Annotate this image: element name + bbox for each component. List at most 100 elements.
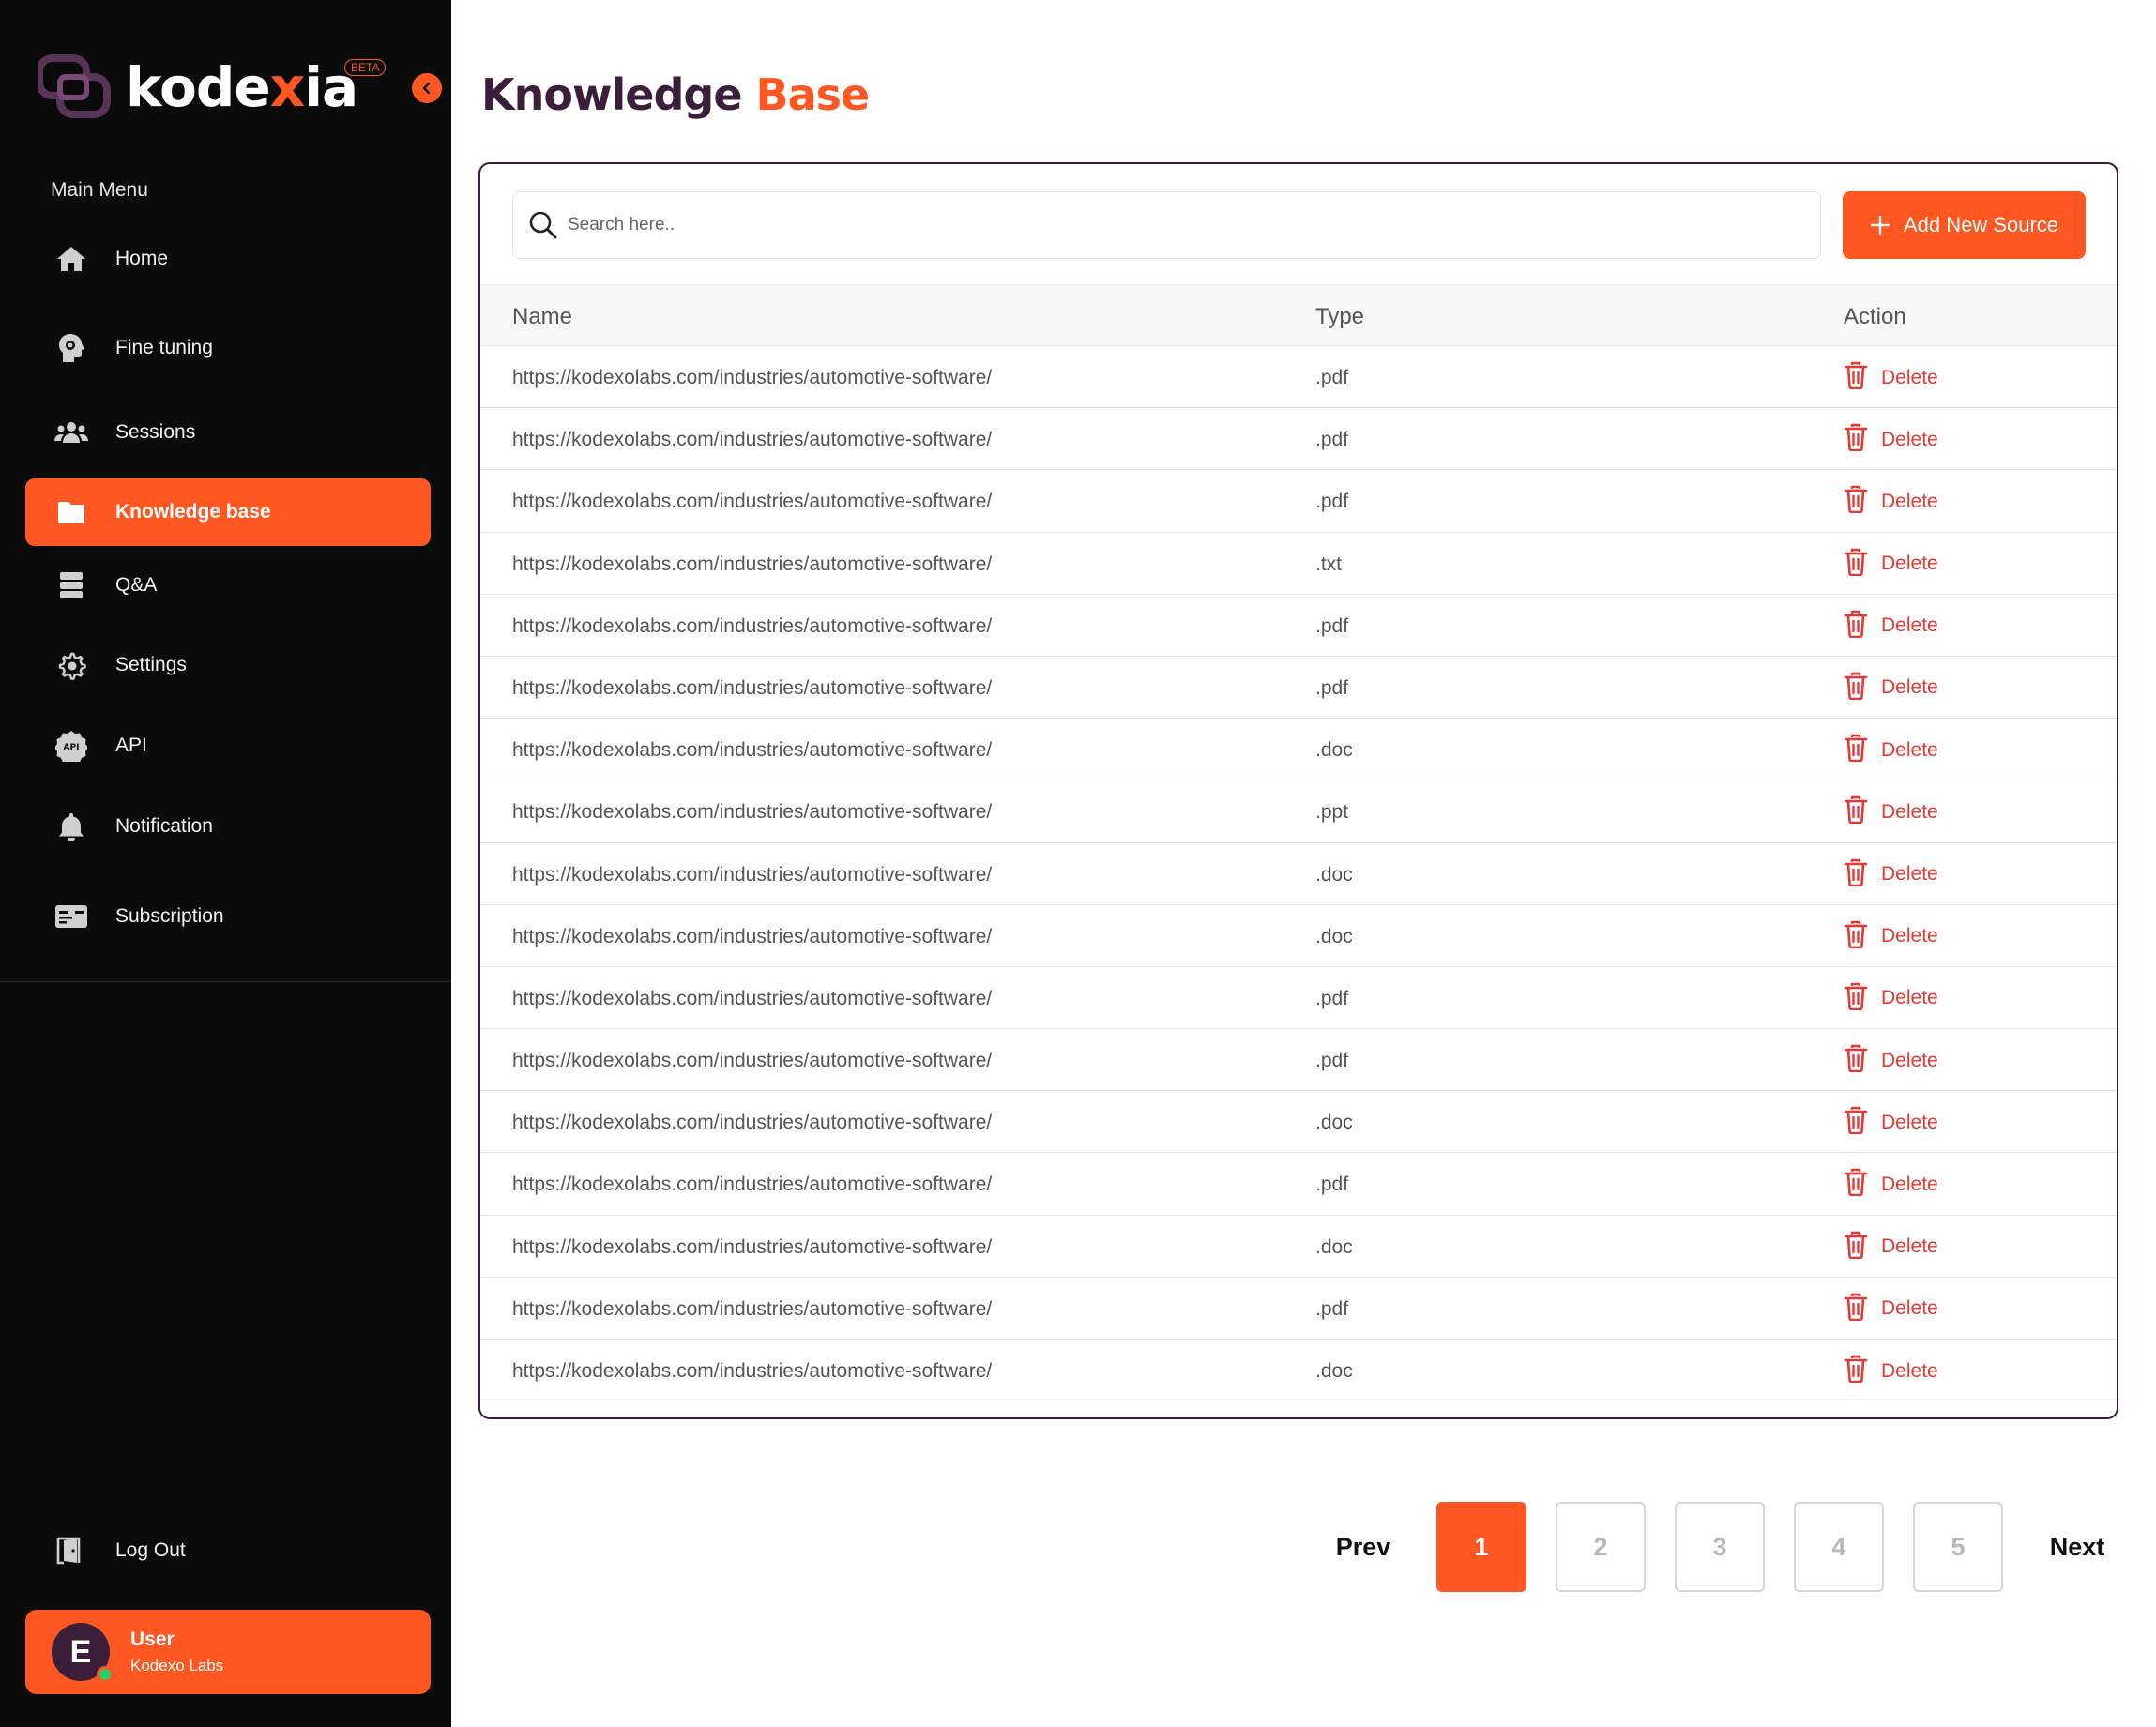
next-page-button[interactable]: Next — [2032, 1502, 2122, 1592]
trash-icon — [1844, 1044, 1868, 1077]
table-row: https://kodexolabs.com/industries/automo… — [480, 408, 2117, 471]
delete-button[interactable]: Delete — [1844, 795, 1938, 828]
source-name[interactable]: https://kodexolabs.com/industries/automo… — [512, 801, 992, 824]
sidebar-item-home[interactable]: Home — [25, 225, 431, 293]
collapse-sidebar-button[interactable] — [412, 73, 442, 103]
source-name[interactable]: https://kodexolabs.com/industries/automo… — [512, 1112, 992, 1134]
delete-label: Delete — [1881, 987, 1938, 1009]
delete-button[interactable]: Delete — [1844, 485, 1938, 518]
source-type: .doc — [1315, 925, 1353, 947]
sidebar-item-subscription[interactable]: Subscription — [25, 883, 431, 950]
delete-button[interactable]: Delete — [1844, 1044, 1938, 1077]
sidebar-item-api[interactable]: API API — [25, 712, 431, 780]
logout-button[interactable]: Log Out — [25, 1520, 431, 1582]
sidebar-divider — [0, 981, 451, 982]
sidebar-item-knowledge-base[interactable]: Knowledge base — [25, 478, 431, 546]
delete-button[interactable]: Delete — [1844, 610, 1938, 643]
delete-label: Delete — [1881, 366, 1938, 388]
user-profile-card[interactable]: E User Kodexo Labs — [25, 1610, 431, 1694]
table-row: https://kodexolabs.com/industries/automo… — [480, 967, 2117, 1030]
plus-icon — [1870, 215, 1890, 235]
page-button-4[interactable]: 4 — [1794, 1502, 1884, 1592]
svg-text:API: API — [64, 743, 80, 752]
delete-button[interactable]: Delete — [1844, 1293, 1938, 1326]
table-row: https://kodexolabs.com/industries/automo… — [480, 719, 2117, 781]
page-button-1[interactable]: 1 — [1436, 1502, 1526, 1592]
source-type: .ppt — [1315, 801, 1349, 824]
delete-button[interactable]: Delete — [1844, 734, 1938, 766]
source-name[interactable]: https://kodexolabs.com/industries/automo… — [512, 553, 992, 576]
source-name[interactable]: https://kodexolabs.com/industries/automo… — [512, 1236, 992, 1259]
source-name[interactable]: https://kodexolabs.com/industries/automo… — [512, 926, 992, 948]
sidebar: kodexia BETA Main Menu Home Fine tuning … — [0, 0, 451, 1727]
source-name[interactable]: https://kodexolabs.com/industries/automo… — [512, 1174, 992, 1196]
source-name[interactable]: https://kodexolabs.com/industries/automo… — [512, 1298, 992, 1321]
delete-button[interactable]: Delete — [1844, 672, 1938, 704]
delete-label: Delete — [1881, 490, 1938, 512]
table-row: https://kodexolabs.com/industries/automo… — [480, 1029, 2117, 1092]
source-name[interactable]: https://kodexolabs.com/industries/automo… — [512, 988, 992, 1010]
delete-button[interactable]: Delete — [1844, 548, 1938, 581]
source-name[interactable]: https://kodexolabs.com/industries/automo… — [512, 864, 992, 886]
delete-label: Delete — [1881, 676, 1938, 699]
delete-button[interactable]: Delete — [1844, 920, 1938, 953]
search-icon — [526, 208, 560, 242]
card-icon — [38, 898, 104, 935]
door-icon — [38, 1537, 104, 1565]
knowledge-base-panel: Add New Source Name Type Action https://… — [478, 162, 2118, 1419]
search-input[interactable] — [568, 215, 1787, 235]
sidebar-item-fine-tuning[interactable]: Fine tuning — [25, 314, 431, 382]
source-type: .doc — [1315, 739, 1353, 762]
delete-label: Delete — [1881, 925, 1938, 947]
page-button-2[interactable]: 2 — [1556, 1502, 1646, 1592]
source-type: .pdf — [1315, 491, 1349, 513]
page-button-3[interactable]: 3 — [1675, 1502, 1765, 1592]
sidebar-item-sessions[interactable]: Sessions — [25, 399, 431, 466]
source-name[interactable]: https://kodexolabs.com/industries/automo… — [512, 367, 992, 389]
sidebar-item-label: Notification — [115, 815, 213, 837]
source-name[interactable]: https://kodexolabs.com/industries/automo… — [512, 677, 992, 700]
delete-button[interactable]: Delete — [1844, 1168, 1938, 1201]
source-type: .pdf — [1315, 1174, 1349, 1196]
source-name[interactable]: https://kodexolabs.com/industries/automo… — [512, 1360, 992, 1383]
delete-button[interactable]: Delete — [1844, 361, 1938, 394]
sidebar-item-qa[interactable]: Q&A — [25, 552, 431, 619]
column-header-action: Action — [1844, 304, 1906, 329]
trash-icon — [1844, 795, 1868, 828]
sidebar-item-label: Home — [115, 248, 169, 269]
source-name[interactable]: https://kodexolabs.com/industries/automo… — [512, 615, 992, 638]
add-new-source-button[interactable]: Add New Source — [1843, 191, 2086, 259]
sidebar-item-notification[interactable]: Notification — [25, 793, 431, 860]
trash-icon — [1844, 548, 1868, 581]
main-menu-label: Main Menu — [51, 179, 148, 201]
page-title-part: Knowledge — [481, 69, 743, 120]
delete-button[interactable]: Delete — [1844, 1355, 1938, 1387]
trash-icon — [1844, 610, 1868, 643]
column-header-type[interactable]: Type — [1315, 304, 1364, 330]
sidebar-item-label: API — [115, 735, 147, 756]
delete-button[interactable]: Delete — [1844, 423, 1938, 456]
trash-icon — [1844, 920, 1868, 953]
table-row: https://kodexolabs.com/industries/automo… — [480, 1278, 2117, 1340]
app-logo[interactable]: kodexia BETA — [38, 45, 387, 129]
table-row: https://kodexolabs.com/industries/automo… — [480, 533, 2117, 595]
delete-button[interactable]: Delete — [1844, 858, 1938, 891]
column-header-name[interactable]: Name — [512, 304, 572, 330]
source-name[interactable]: https://kodexolabs.com/industries/automo… — [512, 739, 992, 762]
prev-page-button[interactable]: Prev — [1318, 1502, 1408, 1592]
source-name[interactable]: https://kodexolabs.com/industries/automo… — [512, 491, 992, 513]
home-icon — [38, 240, 104, 278]
page-button-5[interactable]: 5 — [1913, 1502, 2003, 1592]
delete-button[interactable]: Delete — [1844, 982, 1938, 1015]
delete-button[interactable]: Delete — [1844, 1231, 1938, 1264]
trash-icon — [1844, 734, 1868, 766]
delete-label: Delete — [1881, 1049, 1938, 1071]
trash-icon — [1844, 1293, 1868, 1326]
delete-label: Delete — [1881, 1111, 1938, 1133]
sidebar-item-settings[interactable]: Settings — [25, 631, 431, 699]
delete-label: Delete — [1881, 428, 1938, 450]
delete-label: Delete — [1881, 863, 1938, 885]
source-name[interactable]: https://kodexolabs.com/industries/automo… — [512, 1050, 992, 1072]
source-name[interactable]: https://kodexolabs.com/industries/automo… — [512, 429, 992, 451]
delete-button[interactable]: Delete — [1844, 1106, 1938, 1139]
